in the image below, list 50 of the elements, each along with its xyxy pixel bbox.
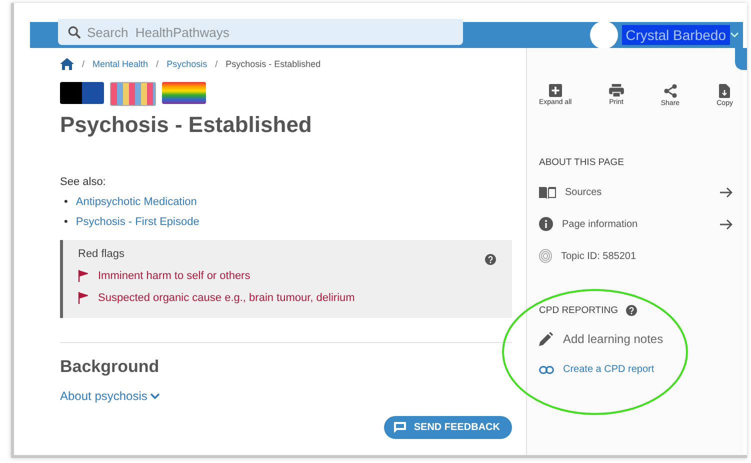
panel-title: Red flags xyxy=(78,248,124,260)
pencil-icon xyxy=(539,332,553,346)
document-icon xyxy=(719,84,730,98)
cpd-report-link[interactable]: Create a CPD report xyxy=(539,364,654,375)
breadcrumb-separator: / xyxy=(156,59,159,69)
user-name[interactable]: Crystal Barbedo xyxy=(622,25,730,45)
feedback-button[interactable]: SEND FEEDBACK xyxy=(384,416,512,439)
help-icon xyxy=(626,305,638,316)
breadcrumb-link[interactable]: Psychosis xyxy=(166,59,208,69)
close-tab[interactable] xyxy=(735,48,747,70)
bullet: • xyxy=(64,216,68,228)
section-heading: CPD REPORTING xyxy=(539,305,618,316)
comment-icon xyxy=(394,422,406,433)
flag-icon xyxy=(162,82,206,104)
section-heading: Background xyxy=(60,357,160,377)
section-heading: ABOUT THIS PAGE xyxy=(539,157,625,168)
search-field[interactable]: Search HealthPathways xyxy=(58,19,463,45)
home-icon xyxy=(60,58,74,70)
see-also-label: See also: xyxy=(60,176,107,188)
chevron-icon xyxy=(150,392,160,400)
breadcrumb-link[interactable]: Mental Health xyxy=(92,59,148,69)
arrow-right-icon xyxy=(720,218,733,230)
breadcrumb-separator: / xyxy=(215,59,218,69)
warning-text: Imminent harm to self or others xyxy=(98,270,250,282)
printer-icon xyxy=(608,84,624,97)
bullet: • xyxy=(64,196,68,208)
expand-toggle[interactable]: About psychosis xyxy=(60,389,160,403)
share-icon xyxy=(664,84,677,98)
chevron-down-icon xyxy=(730,32,739,38)
warning-text: Suspected organic cause e.g., brain tumour, delirium xyxy=(98,292,355,304)
flag-icon xyxy=(110,82,156,106)
page-title: Psychosis - Established xyxy=(60,112,313,138)
panel-link[interactable]: Sources xyxy=(539,186,733,199)
plus-square-icon xyxy=(548,84,562,97)
flag-icon xyxy=(78,292,88,304)
avatar[interactable] xyxy=(590,21,618,49)
info-icon xyxy=(539,217,553,231)
flag-icon xyxy=(78,270,88,282)
related-link[interactable]: Psychosis - First Episode xyxy=(76,216,200,228)
breadcrumb-link[interactable]: Psychosis - Established xyxy=(226,59,321,69)
help-icon xyxy=(485,254,496,265)
breadcrumb-separator: / xyxy=(82,59,85,69)
book-icon xyxy=(539,186,556,199)
add-notes-button[interactable]: Add learning notes xyxy=(539,332,664,346)
related-link[interactable]: Antipsychotic Medication xyxy=(76,196,197,208)
flag-icon xyxy=(60,82,104,104)
arrow-right-icon xyxy=(720,187,733,198)
topic-id: Topic ID: 585201 xyxy=(561,250,636,262)
panel-link[interactable]: Page information xyxy=(539,217,733,231)
link-icon xyxy=(539,366,554,374)
